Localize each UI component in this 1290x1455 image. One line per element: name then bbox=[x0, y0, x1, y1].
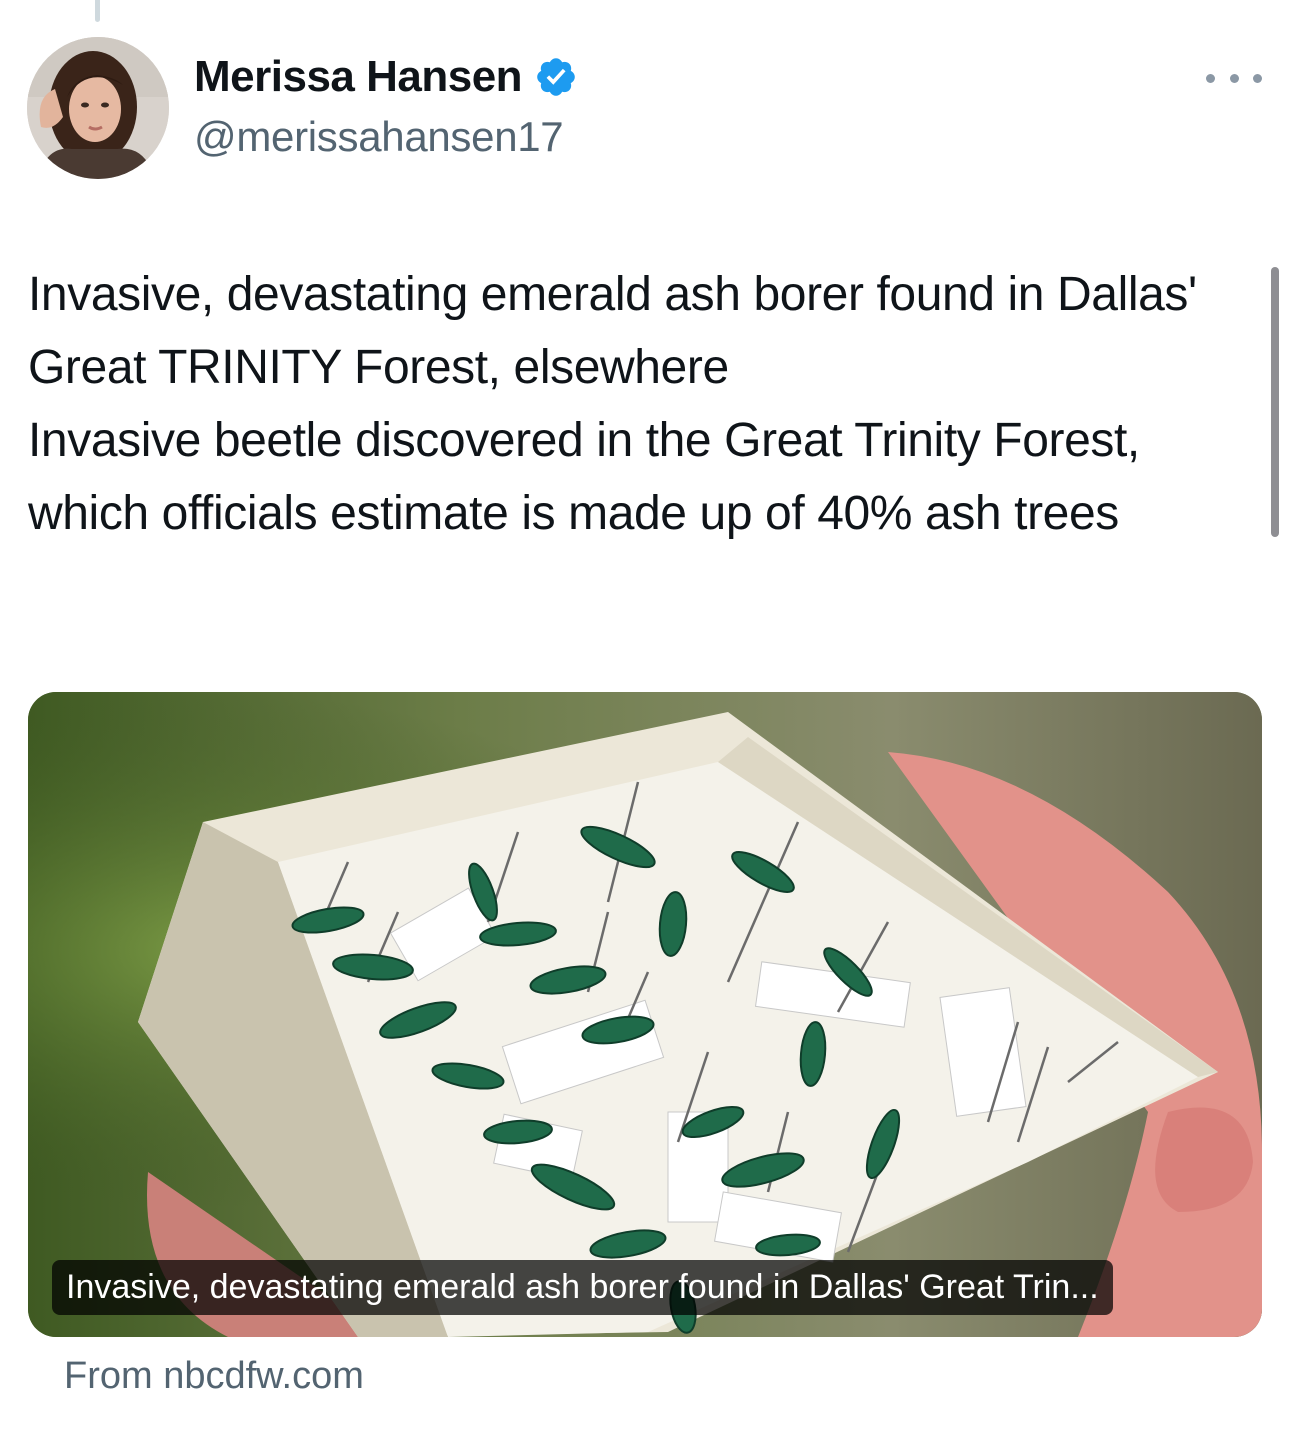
avatar-image bbox=[27, 37, 169, 179]
more-horizontal-icon[interactable] bbox=[1206, 58, 1262, 98]
author-display-name[interactable]: Merissa Hansen bbox=[194, 52, 523, 102]
link-preview-card[interactable]: Invasive, devastating emerald ash borer … bbox=[28, 692, 1262, 1337]
link-card-title[interactable]: Invasive, devastating emerald ash borer … bbox=[52, 1260, 1113, 1315]
scrollbar[interactable] bbox=[1271, 267, 1279, 537]
tweet-text-line: Invasive beetle discovered in the Great … bbox=[28, 414, 1140, 540]
verified-badge-icon bbox=[537, 58, 575, 96]
avatar[interactable] bbox=[27, 37, 169, 179]
thread-connector-line bbox=[95, 0, 100, 22]
tweet-text: Invasive, devastating emerald ash borer … bbox=[28, 258, 1258, 550]
link-card-source[interactable]: From nbcdfw.com bbox=[64, 1355, 364, 1398]
tweet-text-line: Invasive, devastating emerald ash borer … bbox=[28, 268, 1197, 394]
link-preview-image bbox=[28, 692, 1262, 1337]
author-handle[interactable]: @merissahansen17 bbox=[194, 113, 564, 161]
